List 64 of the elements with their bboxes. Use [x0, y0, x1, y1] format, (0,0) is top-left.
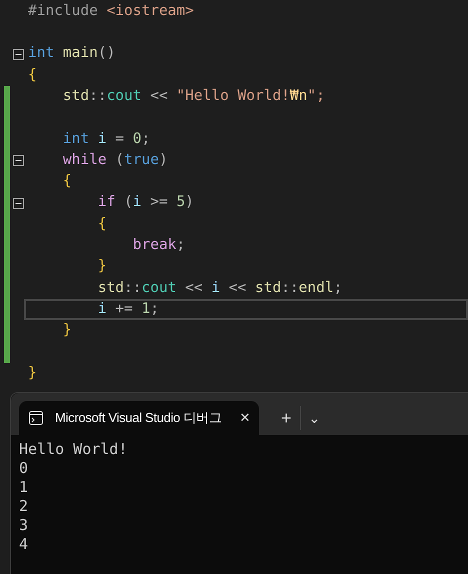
code-token: () — [98, 44, 116, 64]
code-token: ₩n — [290, 86, 308, 106]
dropdown-button[interactable]: ⌄ — [300, 408, 329, 428]
code-token: int — [28, 44, 54, 64]
code-token: >= — [149, 193, 169, 212]
code-token: << — [184, 278, 204, 298]
code-token: ; — [334, 278, 342, 298]
output-line: Hello World! — [19, 440, 128, 459]
code-token: ) — [185, 193, 194, 212]
output-line: 3 — [19, 516, 28, 535]
terminal-tab[interactable]: Microsoft Visual Studio 디버그 ✕ — [19, 401, 259, 435]
code-token: 5 — [176, 193, 186, 212]
code-token: while — [62, 150, 107, 170]
code-token: ; — [176, 236, 186, 256]
code-token: 1 — [142, 300, 150, 319]
code-token: if — [96, 193, 116, 212]
collapse-icon[interactable] — [12, 198, 24, 209]
code-token: 0 — [132, 130, 142, 149]
close-icon[interactable]: ✕ — [240, 408, 250, 428]
code-token: ( — [123, 193, 133, 212]
code-token: main — [62, 44, 98, 64]
code-token: i — [211, 278, 220, 298]
code-token: = — [114, 130, 126, 149]
code-token: { — [96, 214, 107, 234]
code-token: << — [149, 86, 169, 106]
code-token: += — [114, 300, 134, 319]
code-token: } — [28, 364, 37, 383]
output-line: 2 — [19, 497, 28, 516]
code-token: { — [62, 172, 72, 192]
new-tab-button[interactable]: + — [273, 404, 300, 432]
code-token: i — [96, 130, 107, 149]
code-token: ; — [150, 300, 159, 319]
code-token: :: — [89, 86, 107, 106]
code-token: <iostream> — [106, 2, 194, 21]
code-token: << — [228, 278, 248, 298]
output-line: 4 — [19, 535, 28, 554]
code-token: #include — [28, 2, 98, 21]
code-token: std — [255, 278, 282, 298]
code-token: std — [62, 86, 90, 106]
output-line: 1 — [19, 478, 28, 497]
code-token: "; — [307, 86, 325, 106]
code-token: int — [62, 130, 90, 149]
code-token: } — [96, 257, 107, 276]
code-token: ; — [142, 130, 150, 149]
output-line: 0 — [19, 459, 28, 478]
code-token: true — [124, 150, 159, 170]
code-token: :: — [124, 278, 142, 298]
code-token: ) — [158, 150, 168, 170]
code-token: endl — [298, 278, 334, 298]
code-token: :: — [281, 278, 299, 298]
code-token: cout — [142, 278, 176, 298]
code-token: std — [96, 278, 124, 298]
console-icon — [29, 411, 43, 425]
tab-title: Microsoft Visual Studio 디버그 — [55, 409, 222, 428]
code-token: i — [96, 300, 107, 319]
code-token: i — [132, 193, 142, 212]
code-token: cout — [106, 86, 142, 106]
code-token: ( — [114, 150, 124, 170]
collapse-icon[interactable] — [12, 155, 24, 166]
code-token: "Hello World! — [176, 86, 290, 106]
code-token: { — [28, 66, 37, 85]
code-token: break — [132, 236, 176, 256]
code-token: } — [62, 321, 72, 340]
collapse-icon[interactable] — [12, 48, 24, 60]
